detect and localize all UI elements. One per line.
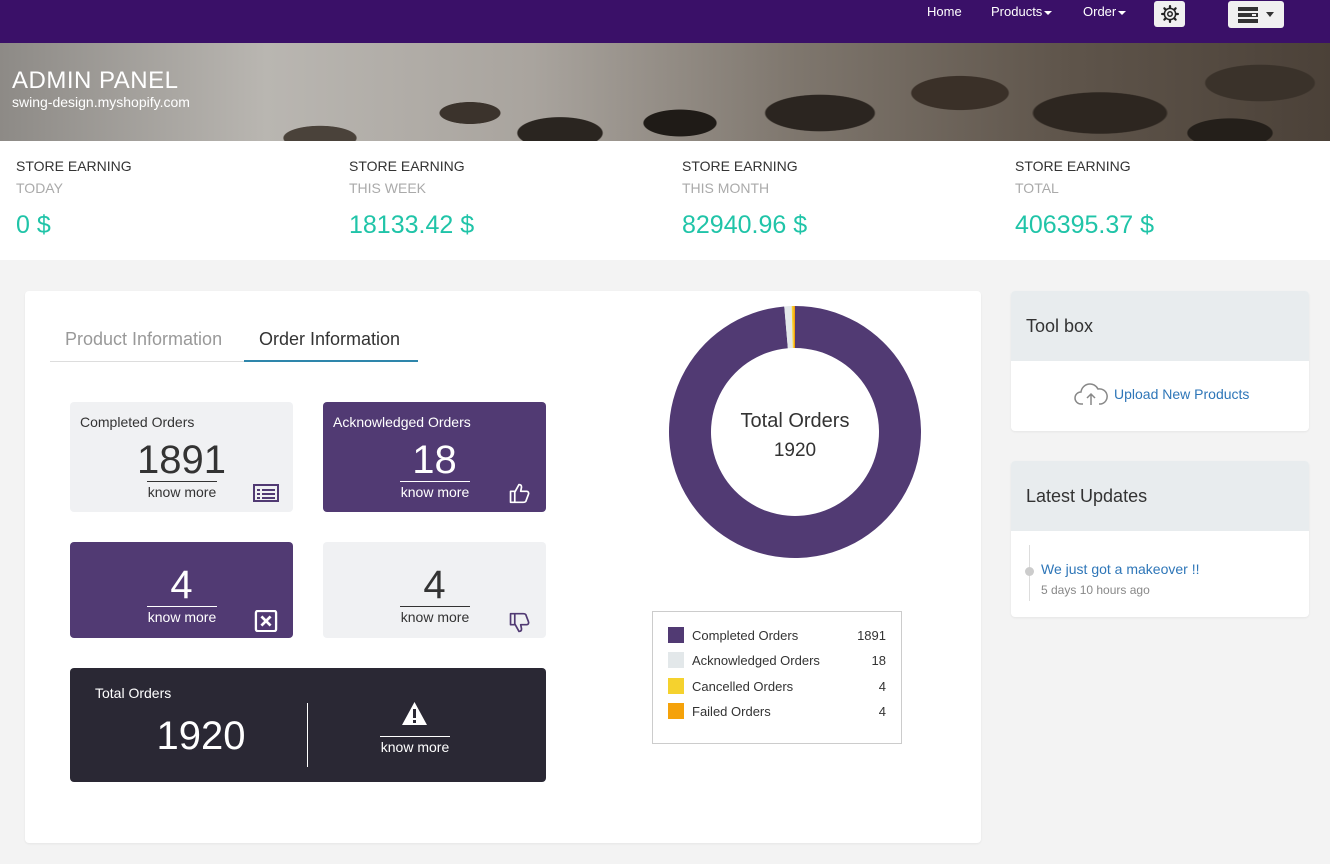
legend-item-cancelled: Cancelled Orders 4 (668, 677, 886, 696)
toolbox-card: Tool box Upload New Products (1011, 291, 1309, 431)
cloud-upload-icon (1074, 383, 1108, 405)
earning-label: STORE EARNING (682, 158, 798, 174)
total-know-more-link[interactable]: know more (380, 736, 450, 755)
earning-value: 18133.42 $ (349, 211, 475, 239)
legend-item-failed: Failed Orders 4 (668, 702, 886, 721)
chart-legend: Completed Orders 1891 Acknowledged Orders 1… (652, 611, 902, 744)
cancelled-know-more-link[interactable]: know more (147, 606, 217, 625)
store-domain: swing-design.myshopify.com (12, 94, 190, 110)
legend-swatch (668, 677, 684, 694)
completed-orders-tile: Completed Orders 1891 know more (70, 402, 293, 512)
thumbs-up-icon (509, 483, 530, 504)
nav-order[interactable]: Order (1083, 0, 1127, 24)
completed-orders-count: 1891 (137, 438, 226, 482)
close-box-icon (254, 610, 278, 632)
earning-label: STORE EARNING (1015, 158, 1131, 174)
tab-order-information[interactable]: Order Information (259, 329, 400, 350)
active-tab-indicator (244, 360, 418, 362)
legend-value: 18 (871, 653, 886, 669)
completed-know-more-link[interactable]: know more (147, 481, 217, 500)
failed-orders-tile: 4 know more (323, 542, 546, 638)
legend-value: 1891 (857, 628, 886, 643)
legend-swatch (668, 652, 684, 669)
earning-label: STORE EARNING (349, 158, 465, 174)
nav-products[interactable]: Products (991, 0, 1053, 24)
failed-know-more-link[interactable]: know more (400, 606, 470, 625)
thumbs-down-icon (509, 612, 530, 633)
donut-title: Total Orders (740, 410, 850, 432)
hero-banner: ADMIN PANEL swing-design.myshopify.com (0, 43, 1330, 141)
nav-products-label: Products (991, 4, 1043, 19)
tile-title: Total Orders (95, 685, 172, 701)
timeline-dot (1025, 567, 1034, 576)
gear-icon (1160, 5, 1179, 23)
legend-label: Acknowledged Orders (692, 653, 820, 669)
server-icon (1238, 6, 1258, 23)
chevron-down-icon (1266, 12, 1274, 17)
legend-label: Completed Orders (692, 628, 799, 643)
nav-order-label: Order (1083, 4, 1117, 19)
latest-updates-title: Latest Updates (1011, 461, 1309, 531)
legend-value: 4 (878, 678, 886, 694)
toolbox-title: Tool box (1011, 291, 1309, 361)
acknowledged-orders-tile: Acknowledged Orders 18 know more (323, 402, 546, 512)
acknowledged-orders-count: 18 (412, 438, 457, 482)
earning-period: TOTAL (1015, 180, 1059, 196)
earning-label: STORE EARNING (16, 158, 132, 174)
legend-value: 4 (878, 703, 886, 719)
legend-item-completed: Completed Orders 1891 (668, 627, 886, 645)
latest-updates-card: Latest Updates We just got a makeover !!… (1011, 461, 1309, 617)
earning-period: THIS WEEK (349, 180, 427, 196)
cancelled-orders-tile: 4 know more (70, 542, 293, 638)
update-timestamp: 5 days 10 hours ago (1041, 583, 1150, 597)
cancelled-orders-count: 4 (170, 563, 193, 607)
legend-item-acknowledged: Acknowledged Orders 18 (668, 652, 886, 670)
chevron-down-icon (1118, 10, 1127, 15)
tile-divider (307, 703, 308, 767)
legend-swatch (668, 627, 684, 643)
list-icon (253, 484, 279, 502)
legend-swatch (668, 702, 684, 719)
earning-value: 82940.96 $ (682, 211, 808, 239)
failed-orders-count: 4 (423, 563, 446, 607)
earning-period: TODAY (16, 180, 63, 196)
earning-period: THIS MONTH (682, 180, 770, 196)
upload-products-link[interactable]: Upload New Products (1074, 379, 1249, 409)
total-orders-count: 1920 (156, 714, 246, 758)
tab-product-information[interactable]: Product Information (65, 329, 222, 350)
tile-title: Acknowledged Orders (333, 414, 471, 430)
tile-title: Completed Orders (80, 414, 195, 430)
top-navbar: Home Products Order (0, 0, 1330, 43)
earning-value: 406395.37 $ (1015, 211, 1155, 239)
acknowledged-know-more-link[interactable]: know more (400, 481, 470, 500)
warning-icon (402, 702, 427, 725)
nav-home[interactable]: Home (927, 0, 962, 24)
chevron-down-icon (1044, 10, 1053, 15)
legend-label: Failed Orders (692, 703, 771, 719)
update-item-link[interactable]: We just got a makeover !! (1041, 561, 1199, 577)
upload-products-label: Upload New Products (1114, 386, 1250, 402)
earnings-strip: STORE EARNING TODAY 0 $ STORE EARNING TH… (0, 141, 1330, 260)
donut-total: 1920 (773, 440, 817, 461)
tab-divider (50, 361, 268, 362)
legend-label: Cancelled Orders (692, 678, 794, 694)
earning-value: 0 $ (16, 211, 51, 239)
user-menu-button[interactable] (1228, 1, 1284, 28)
settings-button[interactable] (1154, 1, 1185, 27)
total-orders-tile: Total Orders 1920 know more (70, 668, 546, 782)
page-title: ADMIN PANEL (12, 67, 179, 94)
